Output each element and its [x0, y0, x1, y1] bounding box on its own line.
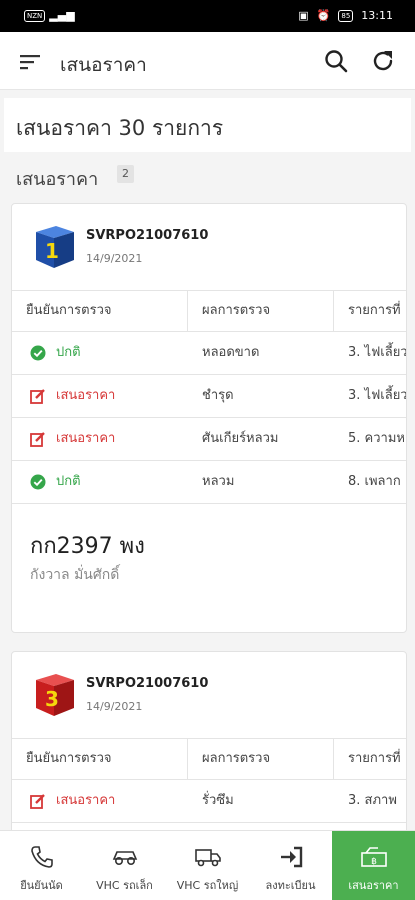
quote-card[interactable]: 3 SVRPO21007610 14/9/2021 ยืนยันการตรวจ … — [11, 651, 407, 830]
clock: 13:11 — [361, 9, 393, 22]
item-cell: 3. สภาพ — [348, 793, 397, 808]
search-icon[interactable] — [323, 48, 349, 74]
table-header: ยืนยันการตรวจ ผลการตรวจ รายการที่ — [12, 738, 406, 780]
app-bar: เสนอราคา — [0, 32, 415, 90]
summary-title: เสนอราคา 30 รายการ — [16, 116, 224, 140]
refresh-icon[interactable] — [370, 48, 396, 74]
tab-label: เสนอราคา — [348, 879, 399, 892]
tab-vhc-large[interactable]: VHC รถใหญ่ — [166, 831, 249, 900]
content-area[interactable]: เสนอราคา 30 รายการ เสนอราคา 2 1 SVRPO210… — [0, 90, 415, 830]
tab-vhc-small[interactable]: VHC รถเล็ก — [83, 831, 166, 900]
table-row[interactable]: เสนอราคา ศันเกียร์หลวม 5. ความห — [12, 418, 406, 461]
phone-icon — [31, 846, 53, 868]
column-header-result: ผลการตรวจ — [188, 291, 334, 331]
svg-text:1: 1 — [45, 239, 59, 263]
table-row[interactable]: ปกติ หลอดขาด 3. ไฟเลี้ยว — [12, 332, 407, 375]
summary-header: เสนอราคา 30 รายการ — [4, 98, 411, 152]
page-title: เสนอราคา — [60, 54, 147, 76]
tab-quote[interactable]: ฿ เสนอราคา — [332, 831, 415, 900]
menu-icon[interactable] — [18, 50, 42, 74]
tab-label: VHC รถใหญ่ — [176, 879, 239, 892]
result-cell: รั่วซึม — [202, 793, 234, 808]
owner-name: กังวาล มั่นศักดิ์ — [30, 567, 120, 583]
status-label: ปกติ — [56, 345, 81, 360]
column-header-confirm: ยืนยันการตรวจ — [12, 291, 188, 331]
table-header: ยืนยันการตรวจ ผลการตรวจ รายการที่ — [12, 290, 406, 332]
svg-text:3: 3 — [45, 687, 59, 711]
table-row[interactable]: ปกติ หลวม 8. เพลาก — [12, 461, 406, 504]
result-cell: หลอดขาด — [202, 345, 260, 360]
bottom-navigation: ยืนยันนัด VHC รถเล็ก VHC รถใหญ่ ลงทะเบีย… — [0, 830, 415, 900]
document-date: 14/9/2021 — [86, 252, 143, 265]
table-row[interactable]: เสนอราคา รั่วซึม 3. สภาพ — [12, 780, 406, 823]
item-cell: 8. เพลาก — [348, 474, 401, 489]
result-cell: ศันเกียร์หลวม — [202, 431, 279, 446]
column-header-item: รายการที่ — [348, 751, 401, 766]
quote-icon: ฿ — [361, 847, 387, 867]
table-row[interactable]: เสนอราคา ชำรุด 3. ไฟเลี้ยว — [12, 375, 407, 418]
edit-icon — [30, 794, 45, 809]
battery-level: 85 — [338, 9, 354, 22]
status-label: เสนอราคา — [56, 431, 116, 446]
tab-register[interactable]: ลงทะเบียน — [249, 831, 332, 900]
alarm-icon: ⏰ — [316, 9, 331, 22]
check-circle-icon — [30, 474, 46, 490]
column-header-confirm: ยืนยันการตรวจ — [12, 739, 188, 779]
item-cell: 3. ไฟเลี้ยว — [348, 388, 407, 403]
tab-label: ยืนยันนัด — [20, 879, 63, 892]
login-icon — [281, 846, 303, 868]
section-title: เสนอราคา — [16, 169, 99, 190]
truck-icon — [195, 849, 221, 867]
result-cell: หลวม — [202, 474, 235, 489]
status-label: เสนอราคา — [56, 388, 116, 403]
column-header-item: รายการที่ — [348, 303, 401, 318]
signal-icon: ▂▄▆ — [49, 9, 75, 22]
status-label: เสนอราคา — [56, 793, 116, 808]
item-cell: 3. ไฟเลี้ยว — [348, 345, 407, 360]
quote-card[interactable]: 1 SVRPO21007610 14/9/2021 ยืนยันการตรวจ … — [11, 203, 407, 633]
document-number: SVRPO21007610 — [86, 676, 209, 691]
license-plate: กก2397 พง — [30, 534, 145, 559]
tab-label: VHC รถเล็ก — [96, 879, 153, 892]
svg-text:฿: ฿ — [371, 857, 377, 867]
document-number: SVRPO21007610 — [86, 228, 209, 243]
network-badge: NZN — [24, 9, 46, 22]
document-date: 14/9/2021 — [86, 700, 143, 713]
item-cell: 5. ความห — [348, 431, 405, 446]
car-icon — [112, 851, 138, 866]
cube-number-icon: 3 — [36, 674, 74, 716]
count-badge: 2 — [117, 165, 134, 183]
edit-icon — [30, 389, 45, 404]
status-label: ปกติ — [56, 474, 81, 489]
cube-number-icon: 1 — [36, 226, 74, 268]
result-cell: ชำรุด — [202, 388, 234, 403]
column-header-result: ผลการตรวจ — [188, 739, 334, 779]
tab-confirm-appointment[interactable]: ยืนยันนัด — [0, 831, 83, 900]
edit-icon — [30, 432, 45, 447]
check-circle-icon — [30, 345, 46, 361]
notification-icon: ▣ — [298, 9, 309, 22]
status-bar: NZN ▂▄▆ ▣ ⏰ 85 13:11 — [0, 0, 415, 32]
tab-label: ลงทะเบียน — [265, 879, 316, 892]
